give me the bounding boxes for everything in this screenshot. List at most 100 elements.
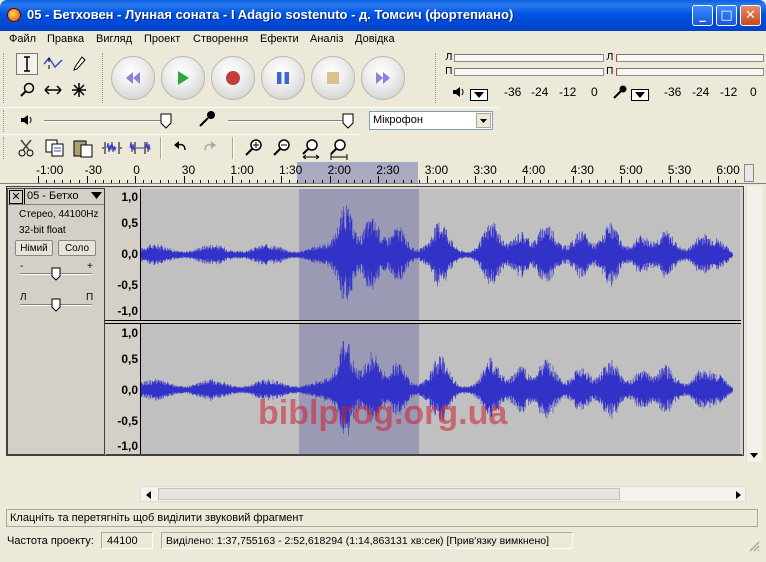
toolbar-grip[interactable] — [435, 53, 439, 103]
ruler-minor-tick — [54, 180, 56, 183]
toolbar-grip[interactable] — [102, 53, 106, 103]
menu-effects[interactable]: Ефекти — [260, 33, 299, 45]
toolbar-grip[interactable] — [3, 137, 7, 159]
input-volume-slider[interactable] — [228, 120, 353, 122]
minimize-button[interactable]: _ — [692, 5, 713, 26]
input-meter-menu-button[interactable] — [631, 89, 649, 101]
scale-bottom-0: 0,0 — [121, 383, 138, 397]
ruler-minor-tick — [548, 180, 550, 183]
scroll-right-icon[interactable] — [735, 490, 743, 503]
ruler-label: 3:00 — [424, 163, 449, 177]
toolbar-grip[interactable] — [3, 110, 7, 132]
multi-tool-icon[interactable] — [68, 79, 90, 101]
ruler-minor-tick — [402, 180, 404, 183]
ruler-minor-tick — [127, 180, 129, 183]
vertical-scrollbar[interactable] — [746, 186, 762, 462]
output-meter-right[interactable] — [454, 68, 604, 76]
solo-button[interactable]: Соло — [58, 240, 96, 256]
play-button[interactable] — [161, 56, 205, 100]
output-volume-thumb[interactable] — [160, 113, 172, 132]
skip-to-end-button[interactable] — [361, 56, 405, 100]
input-meter-right[interactable] — [616, 68, 764, 76]
scale-bottom-05: 0,5 — [121, 352, 138, 366]
ruler-minor-tick — [410, 180, 412, 183]
ruler-label: 4:00 — [522, 163, 546, 177]
zoom-tool-icon[interactable] — [16, 79, 38, 101]
app-icon[interactable] — [7, 8, 21, 22]
time-shift-tool-icon[interactable] — [42, 79, 64, 101]
edit-toolbar — [0, 134, 360, 161]
stop-button[interactable] — [311, 56, 355, 100]
scale-bottom-m1: -1,0 — [117, 439, 138, 453]
menu-file[interactable]: Файл — [9, 33, 36, 45]
menu-edit[interactable]: Правка — [47, 33, 84, 45]
resize-grip-icon[interactable] — [748, 540, 760, 555]
ruler-minor-tick — [556, 180, 558, 183]
ruler-label: 5:30 — [667, 163, 692, 177]
project-rate-field[interactable]: 44100 — [101, 532, 153, 549]
menu-analyze[interactable]: Аналіз — [310, 33, 343, 45]
output-volume-slider[interactable] — [44, 120, 169, 122]
silence-icon[interactable] — [128, 138, 152, 161]
toolbar-grip[interactable] — [3, 53, 7, 103]
record-button[interactable] — [211, 56, 255, 100]
copy-icon[interactable] — [44, 138, 66, 161]
ruler-label: 4:30 — [570, 163, 594, 177]
ruler-minor-tick — [208, 180, 210, 183]
undo-icon[interactable] — [172, 139, 190, 160]
ruler-minor-tick — [596, 180, 598, 183]
timeline-ruler[interactable]: -1:00 -30 0 30 1:00 1:30 2:00 2:30 3:00 3:30 4:00 4… — [0, 162, 766, 184]
cut-icon[interactable] — [16, 138, 36, 161]
menu-project[interactable]: Проект — [144, 33, 180, 45]
waveform-bottom-channel[interactable] — [140, 324, 740, 455]
menu-generate[interactable]: Створення — [193, 33, 248, 45]
maximize-button[interactable]: □ — [716, 5, 737, 26]
scroll-left-icon[interactable] — [144, 490, 152, 503]
pan-thumb[interactable] — [51, 298, 61, 315]
zoom-out-icon[interactable] — [272, 138, 292, 161]
ruler-minor-tick — [224, 180, 226, 183]
zoom-in-icon[interactable] — [244, 138, 264, 161]
ruler-minor-tick — [272, 180, 274, 183]
output-meter-menu-button[interactable] — [470, 89, 488, 101]
window-title: 05 - Бетховен - Лунная соната - I Adagio… — [27, 7, 514, 22]
paste-icon[interactable] — [72, 138, 94, 161]
ruler-tick — [572, 176, 574, 183]
input-source-value: Мікрофон — [373, 114, 423, 126]
ruler-minor-tick — [370, 180, 372, 183]
track-name-menu[interactable]: 05 - Бетхо — [24, 189, 104, 204]
ruler-minor-tick — [159, 180, 161, 183]
waveform-top-channel[interactable] — [140, 189, 740, 320]
skip-to-start-button[interactable] — [111, 56, 155, 100]
menu-help[interactable]: Довідка — [355, 33, 395, 45]
mute-button[interactable]: Німий — [15, 240, 53, 256]
ruler-minor-tick — [702, 180, 704, 183]
output-meter-left[interactable] — [454, 54, 604, 62]
input-volume-thumb[interactable] — [342, 113, 354, 132]
track-close-button[interactable]: ✕ — [9, 190, 23, 204]
envelope-tool-icon[interactable] — [42, 53, 64, 75]
chevron-down-icon[interactable] — [476, 113, 491, 128]
gain-thumb[interactable] — [51, 267, 61, 284]
redo-icon[interactable] — [200, 139, 218, 160]
fit-selection-icon[interactable] — [300, 138, 322, 163]
ruler-label: 2:00 — [327, 163, 351, 177]
menu-view[interactable]: Вигляд — [96, 33, 132, 45]
ruler-minor-tick — [629, 180, 631, 183]
pause-button[interactable] — [261, 56, 305, 100]
fit-project-icon[interactable] — [328, 138, 350, 163]
selection-tool-icon[interactable] — [16, 53, 38, 75]
close-button[interactable]: ✕ — [740, 5, 761, 26]
input-source-select[interactable]: Мікрофон — [369, 111, 493, 130]
draw-tool-icon[interactable] — [68, 53, 90, 75]
horizontal-scroll-thumb[interactable] — [158, 488, 620, 500]
ruler-minor-tick — [443, 180, 444, 183]
ruler-minor-tick — [143, 180, 145, 183]
top-channel-scale: 1,0 0,5 0,0 -0,5 -1,0 — [105, 189, 140, 320]
input-meter-left[interactable] — [616, 54, 764, 62]
horizontal-scrollbar[interactable] — [140, 486, 746, 502]
output-volume-icon — [20, 113, 34, 130]
ruler-minor-tick — [321, 180, 323, 183]
scroll-down-icon[interactable] — [749, 450, 759, 463]
trim-icon[interactable] — [100, 138, 124, 161]
